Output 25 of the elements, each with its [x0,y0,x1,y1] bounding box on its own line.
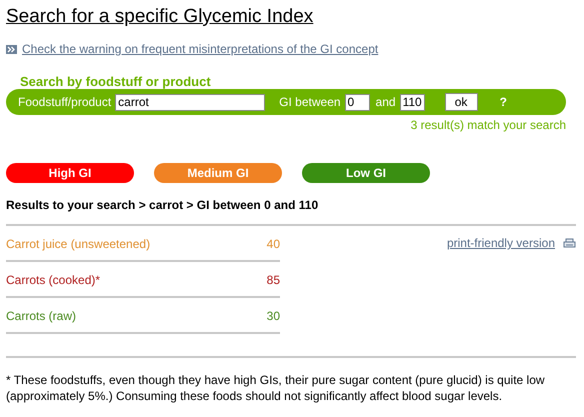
double-arrow-icon [6,44,17,54]
gi-legend-pill: Medium GI [154,163,282,183]
gi-min-field[interactable]: 0 [344,94,370,110]
gi-value: 85 [266,273,280,287]
food-name: Carrot juice (unsweetened) [6,237,150,251]
gi-max-field[interactable]: 110 [400,94,425,110]
field-label: and [376,95,396,109]
gi-value: 30 [266,309,280,323]
food-name: Carrots (raw) [6,309,76,323]
ok-button[interactable]: ok [444,93,478,111]
field-label: Foodstuff/product [18,95,112,109]
gi-legend-pill: High GI [6,163,134,183]
result-count: 3 result(s) match your search [410,118,566,132]
page-title: Search for a specific Glycemic Index [6,5,314,28]
foodstuff-field[interactable]: carrot [115,94,266,110]
warning-link[interactable]: Check the warning on frequent misinterpretations of the GI concept [22,42,378,56]
field-label: GI between [279,95,341,109]
print-link[interactable]: print-friendly version [446,236,555,250]
gi-legend-pill: Low GI [302,163,430,183]
search-heading: Search by foodstuff or product [20,74,211,89]
results-heading: Results to your search > carrot > GI between 0 and 110 [6,198,318,212]
footnote: * These foodstuffs, even though they have high GIs, their pure sugar content (pure glucid) is quite low (approximately 5%.) Consuming these foods should not significantly affect blood sugar levels. [6,372,546,404]
gi-value: 40 [266,237,280,251]
food-name: Carrots (cooked)* [6,273,100,287]
printer-icon[interactable] [563,238,576,248]
